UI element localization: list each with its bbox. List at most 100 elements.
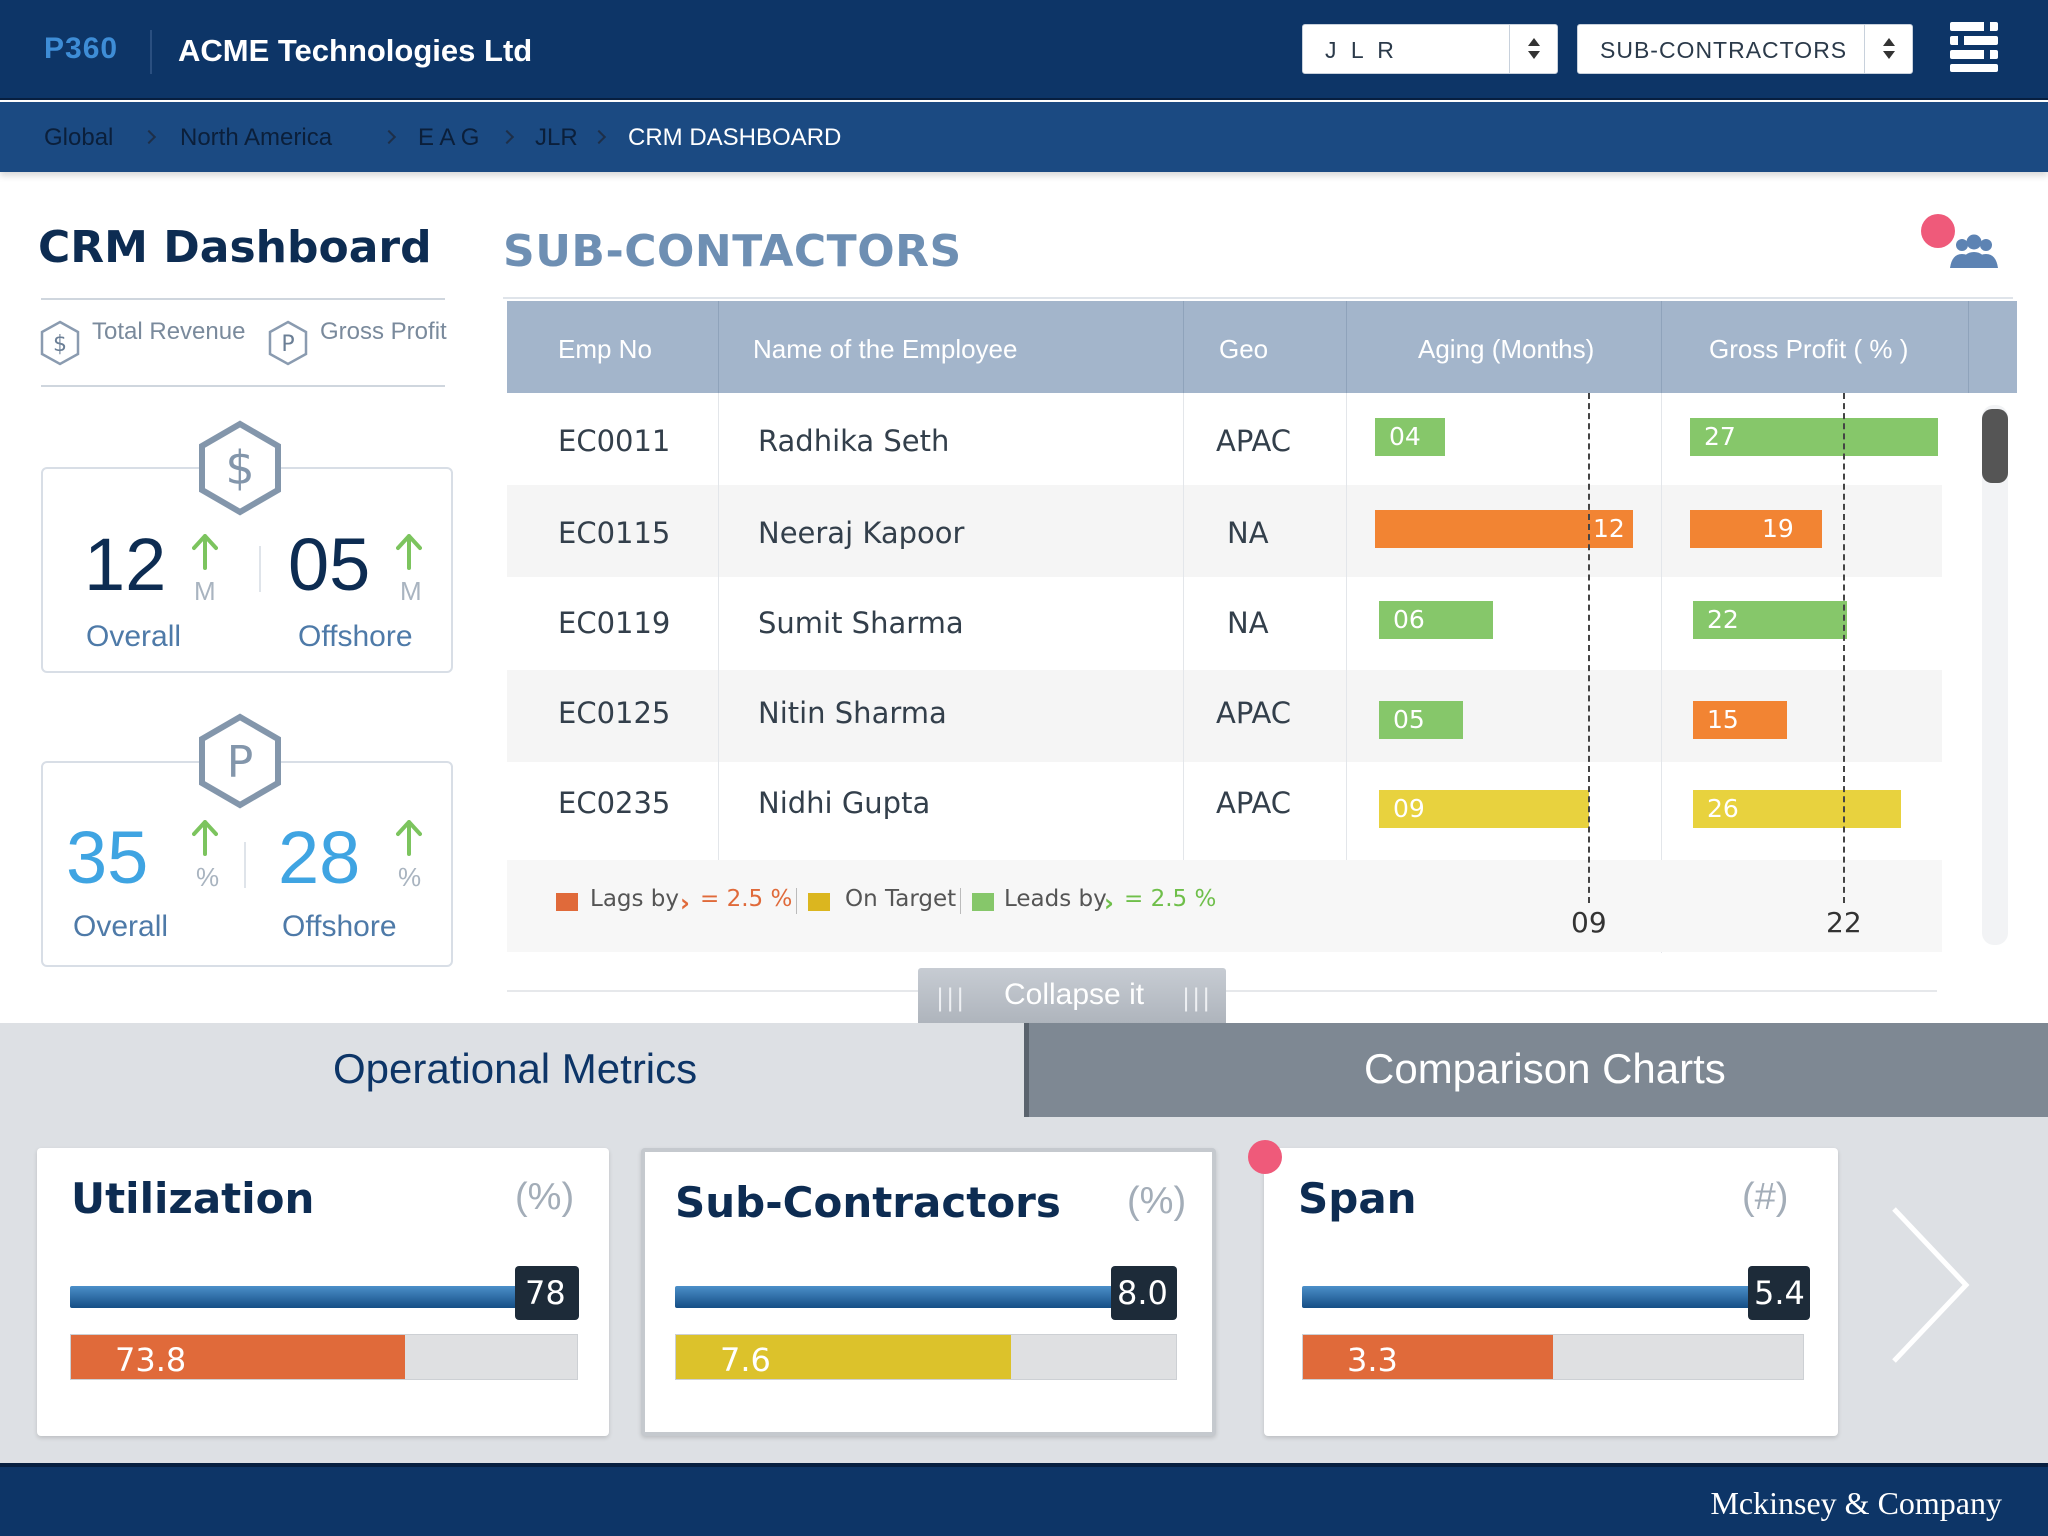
- client-select[interactable]: J L R: [1302, 24, 1558, 74]
- col-header-emp-no[interactable]: Emp No: [558, 334, 652, 365]
- footer: Mckinsey & Company: [0, 1463, 2048, 1536]
- collapse-button[interactable]: ||| Collapse it |||: [918, 968, 1226, 1024]
- divider: [41, 385, 445, 387]
- profit-bar-value: 26: [1707, 794, 1739, 823]
- breadcrumb-north-america[interactable]: North America: [180, 124, 332, 152]
- cell-emp-no: EC0011: [558, 424, 671, 458]
- metric-card-sub-contractors[interactable]: Sub-Contractors (%) 8.0 7.6: [641, 1148, 1216, 1436]
- header-divider: [150, 30, 152, 74]
- tab-comparison-charts[interactable]: Comparison Charts: [1024, 1023, 2048, 1117]
- cell-geo: APAC: [1216, 786, 1292, 820]
- actual-fill: 73.8: [71, 1335, 405, 1379]
- col-header-gross-profit[interactable]: Gross Profit ( % ): [1709, 334, 1908, 365]
- legend-lags-value: = 2.5 %: [700, 886, 793, 912]
- page-title: CRM Dashboard: [38, 222, 432, 273]
- chevron-right-icon[interactable]: [1884, 1205, 1974, 1365]
- profit-overall-unit: %: [196, 862, 220, 892]
- profit-bar: 27: [1690, 418, 1938, 456]
- section-title: SUB-CONTACTORS: [503, 226, 962, 277]
- metric-card-span[interactable]: Span (#) 5.4 3.3: [1264, 1148, 1838, 1436]
- legend-on-target-label: On Target: [845, 886, 957, 912]
- metric-unit: (#): [1742, 1176, 1789, 1218]
- divider: [503, 297, 2013, 299]
- col-header-aging[interactable]: Aging (Months): [1418, 334, 1594, 365]
- aging-bar: 04: [1375, 418, 1445, 456]
- table-scrollbar[interactable]: [1982, 405, 2008, 945]
- p-hex-symbol: P: [227, 737, 254, 788]
- scrollbar-thumb[interactable]: [1982, 409, 2008, 483]
- legend-leads-label: Leads by: [1004, 886, 1107, 912]
- select-arrows-icon: [1864, 25, 1912, 73]
- breadcrumb-jlr[interactable]: JLR: [535, 124, 578, 152]
- col-header-name[interactable]: Name of the Employee: [753, 334, 1017, 365]
- actual-value: 3.3: [1347, 1341, 1398, 1379]
- divider: [244, 842, 246, 888]
- aging-bar: 12: [1375, 510, 1633, 548]
- company-name: ACME Technologies Ltd: [178, 33, 533, 68]
- cell-emp-no: EC0235: [558, 786, 671, 820]
- metric-title: Utilization: [71, 1174, 315, 1223]
- profit-offshore-value: 28: [278, 816, 361, 899]
- target-value: 5.4: [1754, 1274, 1805, 1312]
- aging-bar-value: 06: [1393, 605, 1425, 634]
- cell-name: Neeraj Kapoor: [758, 516, 965, 550]
- view-select[interactable]: SUB-CONTRACTORS: [1577, 24, 1913, 74]
- aging-bar-value: 04: [1389, 422, 1421, 451]
- col-header-geo[interactable]: Geo: [1219, 334, 1268, 365]
- top-header: P360 ACME Technologies Ltd J L R SUB-CON…: [0, 0, 2048, 100]
- metric-card-utilization[interactable]: Utilization (%) 78 73.8: [37, 1148, 609, 1436]
- cell-name: Sumit Sharma: [758, 606, 964, 640]
- chevron-right-icon: [591, 129, 607, 145]
- grip-icon: |||: [1182, 984, 1213, 1012]
- legend-lags-label: Lags by: [590, 886, 680, 912]
- target-value: 8.0: [1117, 1274, 1168, 1312]
- profit-overall-value: 35: [66, 816, 149, 899]
- revenue-overall-unit: M: [194, 576, 216, 606]
- select-arrows-icon: [1509, 25, 1557, 73]
- breadcrumb-global[interactable]: Global: [44, 124, 113, 152]
- profit-bar-value: 27: [1704, 422, 1736, 451]
- divider: [960, 888, 961, 914]
- target-swatch: [808, 893, 830, 911]
- dollar-hex-symbol: $: [225, 441, 254, 495]
- tab-label: Comparison Charts: [1364, 1045, 1726, 1092]
- cell-geo: NA: [1227, 606, 1269, 640]
- menu-icon[interactable]: [1950, 22, 1998, 72]
- cell-emp-no: EC0125: [558, 696, 671, 730]
- profit-bar-value: 15: [1707, 705, 1739, 734]
- breadcrumb-eag[interactable]: E A G: [418, 124, 479, 152]
- revenue-offshore-unit: M: [400, 576, 422, 606]
- chevron-right-icon: ›: [680, 889, 690, 917]
- app-logo[interactable]: P360: [44, 32, 118, 66]
- cell-emp-no: EC0115: [558, 516, 671, 550]
- aging-bar-value: 12: [1593, 514, 1625, 543]
- lag-swatch: [556, 893, 578, 911]
- revenue-offshore-label: Offshore: [298, 620, 413, 653]
- breadcrumb: Global North America E A G JLR CRM DASHB…: [0, 102, 2048, 172]
- people-icon[interactable]: [1948, 232, 2000, 270]
- actual-fill: 7.6: [676, 1335, 1011, 1379]
- divider: [796, 888, 797, 914]
- profit-hex-icon: P: [268, 320, 308, 366]
- cell-geo: NA: [1227, 516, 1269, 550]
- profit-hex-symbol: P: [281, 332, 294, 357]
- actual-track: 7.6: [675, 1334, 1177, 1380]
- tab-operational-metrics[interactable]: Operational Metrics: [0, 1023, 1024, 1117]
- divider: [1661, 301, 1662, 393]
- divider: [1183, 393, 1184, 860]
- target-bar: [1302, 1286, 1762, 1308]
- cell-name: Nidhi Gupta: [758, 786, 931, 820]
- revenue-overall-value: 12: [84, 523, 167, 606]
- legend-leads-value: = 2.5 %: [1124, 886, 1217, 912]
- divider: [718, 393, 719, 860]
- profit-bar-value: 22: [1707, 605, 1739, 634]
- chevron-right-icon: [141, 129, 157, 145]
- collapse-label: Collapse it: [1004, 978, 1145, 1011]
- breadcrumb-current: CRM DASHBOARD: [628, 124, 842, 151]
- metric-unit: (%): [515, 1176, 575, 1218]
- metric-title: Span: [1298, 1174, 1417, 1223]
- divider: [1968, 301, 1969, 393]
- target-bar: [675, 1286, 1141, 1308]
- lead-swatch: [972, 893, 994, 911]
- aging-bar-value: 09: [1393, 794, 1425, 823]
